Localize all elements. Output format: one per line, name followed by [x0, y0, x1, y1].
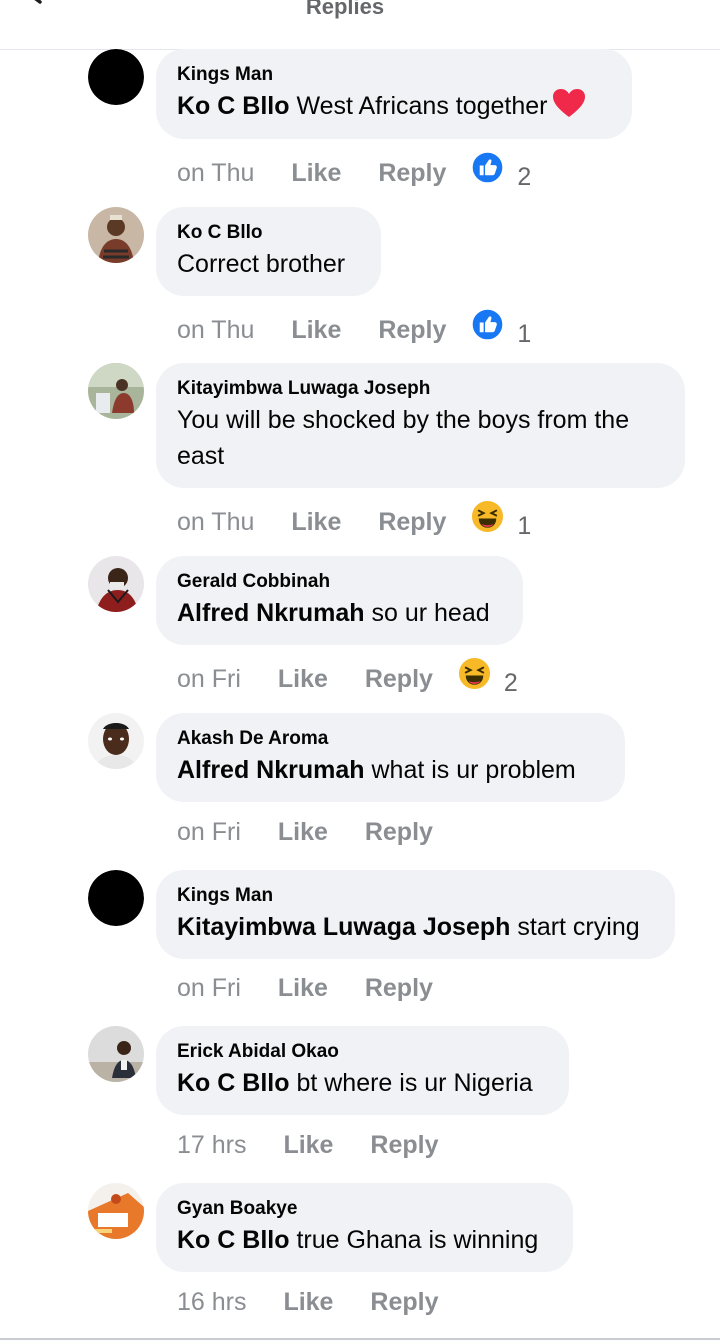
reaction-summary[interactable]: 2	[471, 151, 531, 194]
avatar[interactable]	[88, 870, 144, 926]
avatar[interactable]	[88, 1026, 144, 1082]
avatar[interactable]	[88, 49, 144, 105]
mention-link[interactable]: Alfred Nkrumah	[177, 756, 365, 784]
like-button[interactable]: Like	[291, 313, 341, 347]
comment-author[interactable]: Kitayimbwa Luwaga Joseph	[177, 376, 663, 402]
comment-body: so ur head	[364, 599, 490, 627]
reaction-summary[interactable]: 1	[471, 500, 531, 543]
comment-actions: 17 hrs Like Reply	[177, 1127, 439, 1161]
timestamp: on Fri	[177, 664, 241, 693]
comment-actions: on Fri Like Reply	[177, 814, 433, 848]
reaction-count: 1	[517, 512, 532, 541]
avatar[interactable]	[88, 713, 144, 769]
comment-text: Ko C Bllo bt where is ur Nigeria	[177, 1065, 547, 1101]
mention-link[interactable]: Ko C Bllo	[177, 1226, 290, 1254]
comment-author[interactable]: Gyan Boakye	[177, 1196, 551, 1222]
comment-author[interactable]: Ko C Bllo	[177, 220, 359, 246]
mention-link[interactable]: Ko C Bllo	[177, 92, 290, 120]
comment-text: Ko C Bllo true Ghana is winning	[177, 1222, 551, 1258]
comment-actions: on Thu Like Reply 2	[177, 151, 531, 191]
timestamp: on Thu	[177, 315, 255, 344]
replies-header: Replies	[0, 0, 720, 50]
reaction-summary[interactable]: 2	[458, 657, 518, 700]
red-heart-icon	[552, 89, 585, 117]
reaction-summary[interactable]: 1	[471, 308, 531, 351]
avatar[interactable]	[88, 207, 144, 263]
like-button[interactable]: Like	[291, 156, 341, 190]
timestamp: on Thu	[177, 507, 255, 536]
comment-bubble[interactable]: Gerald Cobbinah Alfred Nkrumah so ur hea…	[156, 556, 523, 645]
comment-text: Kitayimbwa Luwaga Joseph start crying	[177, 909, 653, 945]
comment-body: true Ghana is winning	[289, 1226, 539, 1254]
comment-author[interactable]: Erick Abidal Okao	[177, 1039, 547, 1065]
comment-bubble[interactable]: Gyan Boakye Ko C Bllo true Ghana is winn…	[156, 1183, 573, 1272]
like-reaction-icon	[471, 151, 505, 184]
page-title: Replies	[305, 0, 385, 19]
reply-button[interactable]: Reply	[370, 1285, 438, 1319]
timestamp: on Fri	[177, 974, 241, 1003]
like-button[interactable]: Like	[278, 815, 328, 849]
haha-reaction-icon	[472, 500, 504, 533]
comment-body: You will be shocked by the boys from the…	[177, 406, 630, 470]
reply-button[interactable]: Reply	[378, 156, 446, 190]
comment-body: bt where is ur Nigeria	[289, 1069, 533, 1097]
like-button[interactable]: Like	[278, 971, 328, 1005]
mention-link[interactable]: Ko C Bllo	[177, 1069, 290, 1097]
reply-button[interactable]: Reply	[378, 313, 446, 347]
like-button[interactable]: Like	[283, 1128, 333, 1162]
reply-button[interactable]: Reply	[370, 1128, 438, 1162]
comment-author[interactable]: Akash De Aroma	[177, 726, 603, 752]
comment-author[interactable]: Gerald Cobbinah	[177, 569, 501, 595]
comment-bubble[interactable]: Ko C Bllo Correct brother	[156, 207, 381, 296]
comment-text: Correct brother	[177, 246, 359, 282]
comment-actions: on Fri Like Reply	[177, 970, 433, 1004]
comment-text: You will be shocked by the boys from the…	[177, 402, 663, 474]
mention-link[interactable]: Kitayimbwa Luwaga Joseph	[177, 913, 510, 941]
avatar[interactable]	[88, 363, 144, 419]
timestamp: 16 hrs	[177, 1288, 247, 1317]
avatar[interactable]	[88, 556, 144, 612]
reaction-count: 2	[503, 669, 518, 698]
comment-bubble[interactable]: Erick Abidal Okao Ko C Bllo bt where is …	[156, 1026, 569, 1115]
comment-body: start crying	[510, 913, 640, 941]
timestamp: on Fri	[177, 818, 241, 847]
comment-actions: on Fri Like Reply 2	[177, 657, 518, 697]
comment-author[interactable]: Kings Man	[177, 883, 653, 909]
comment-actions: 16 hrs Like Reply	[177, 1284, 439, 1318]
divider	[0, 1338, 720, 1340]
comment-body: Correct brother	[177, 250, 346, 278]
reply-button[interactable]: Reply	[365, 971, 433, 1005]
comment-bubble[interactable]: Kitayimbwa Luwaga Joseph You will be sho…	[156, 363, 685, 488]
reply-button[interactable]: Reply	[378, 505, 446, 539]
timestamp: on Thu	[177, 158, 255, 187]
comment-author[interactable]: Kings Man	[177, 62, 610, 88]
timestamp: 17 hrs	[177, 1131, 247, 1160]
haha-reaction-icon	[458, 657, 490, 690]
like-button[interactable]: Like	[291, 505, 341, 539]
mention-link[interactable]: Alfred Nkrumah	[177, 599, 365, 627]
comment-actions: on Thu Like Reply 1	[177, 308, 531, 348]
reaction-count: 1	[517, 320, 532, 349]
comment-text: Alfred Nkrumah what is ur problem	[177, 752, 603, 788]
avatar[interactable]	[88, 1183, 144, 1239]
like-reaction-icon	[471, 308, 505, 341]
comment-bubble[interactable]: Kings Man Ko C Bllo West Africans togeth…	[156, 49, 632, 139]
comment-body: what is ur problem	[364, 756, 576, 784]
reply-button[interactable]: Reply	[365, 815, 433, 849]
reaction-count: 2	[517, 163, 532, 192]
comment-text: Ko C Bllo West Africans together	[177, 88, 610, 124]
comment-bubble[interactable]: Kings Man Kitayimbwa Luwaga Joseph start…	[156, 870, 675, 959]
comment-bubble[interactable]: Akash De Aroma Alfred Nkrumah what is ur…	[156, 713, 625, 802]
comment-actions: on Thu Like Reply 1	[177, 500, 531, 540]
like-button[interactable]: Like	[278, 662, 328, 696]
comment-body: West Africans together	[289, 92, 548, 120]
like-button[interactable]: Like	[283, 1285, 333, 1319]
comment-text: Alfred Nkrumah so ur head	[177, 595, 501, 631]
reply-button[interactable]: Reply	[365, 662, 433, 696]
